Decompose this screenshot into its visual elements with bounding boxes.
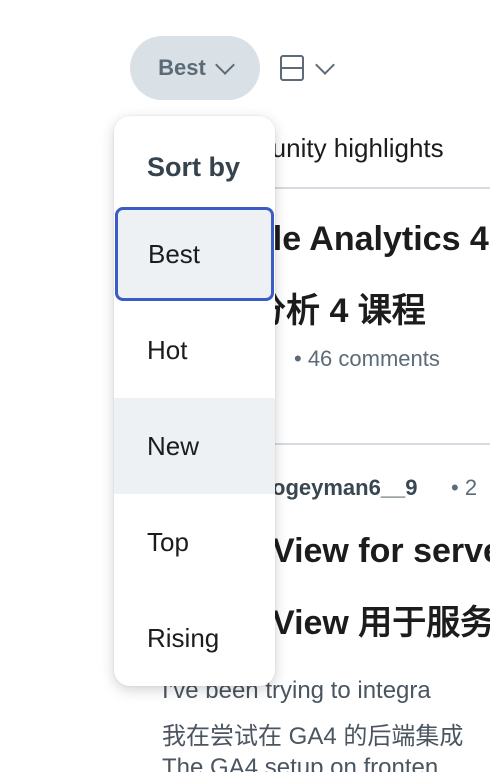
page: Best munity highlights gle Analytics 4 分…: [0, 0, 490, 772]
sort-option-rising[interactable]: Rising: [114, 590, 275, 686]
sort-dropdown-menu: Sort by Best Hot New Top Rising: [114, 116, 275, 686]
post-title-translated[interactable]: 分析 4 课程: [252, 283, 426, 332]
post-author[interactable]: ogeyman6__9: [272, 475, 418, 501]
sort-option-top[interactable]: Top: [114, 494, 275, 590]
divider: [250, 443, 490, 445]
sort-option-hot[interactable]: Hot: [114, 302, 275, 398]
sort-option-new[interactable]: New: [114, 398, 275, 494]
community-highlights-heading: munity highlights: [250, 133, 444, 163]
post-time: • 2: [451, 475, 478, 500]
sort-option-best[interactable]: Best: [115, 207, 274, 301]
post-title-translated[interactable]: View 用于服务: [272, 595, 490, 644]
sort-button-label: Best: [158, 55, 206, 80]
post-body-line: 我在尝试在 GA4 的后端集成: [162, 723, 464, 750]
sort-option-label: New: [147, 430, 200, 461]
sort-option-label: Best: [148, 238, 201, 269]
card-view-icon: [280, 55, 304, 81]
post-title[interactable]: View for serve: [272, 532, 490, 571]
sort-option-label: Rising: [147, 622, 220, 653]
post-title[interactable]: gle Analytics 4: [252, 220, 489, 259]
chevron-down-icon: [315, 55, 335, 75]
sort-button[interactable]: Best: [130, 36, 260, 100]
comments-count[interactable]: • 46 comments: [294, 346, 440, 372]
divider: [250, 187, 490, 189]
sort-menu-header: Sort by: [147, 152, 241, 182]
view-mode-button[interactable]: [280, 44, 354, 92]
sort-option-label: Hot: [147, 334, 188, 365]
chevron-down-icon: [214, 55, 235, 75]
sort-option-label: Top: [147, 526, 189, 557]
post-body-line: The GA4 setup on fronten: [162, 754, 439, 772]
